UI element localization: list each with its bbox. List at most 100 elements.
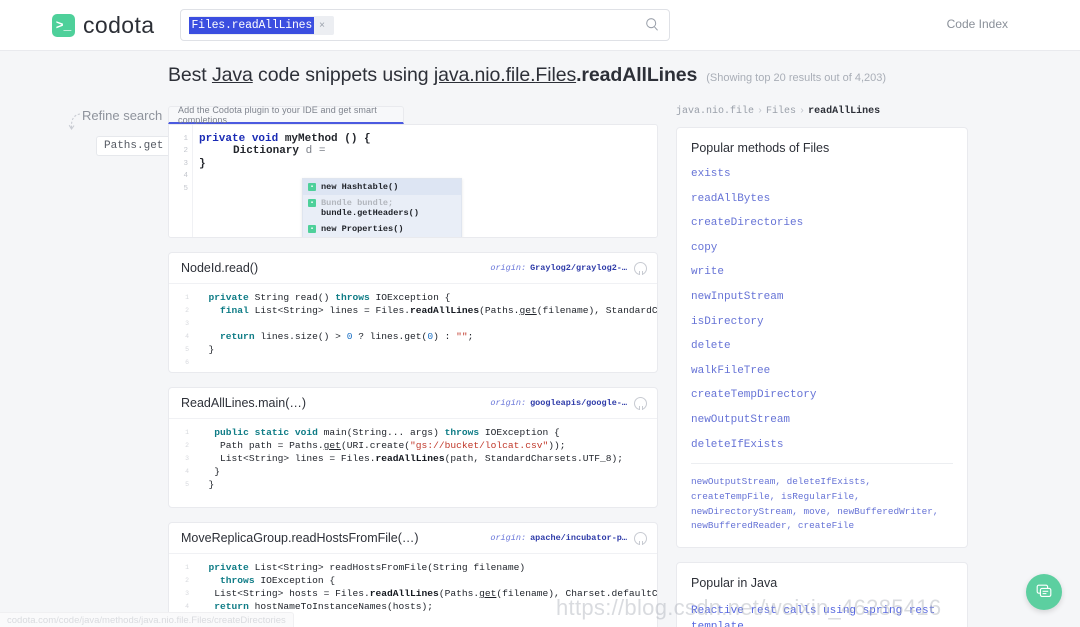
method-link-newoutputstream[interactable]: newOutputStream bbox=[691, 414, 953, 426]
github-icon[interactable] bbox=[634, 396, 647, 410]
popular-methods-panel: Popular methods of Files exists readAllB… bbox=[676, 127, 968, 548]
title-package[interactable]: java.nio.file. bbox=[434, 64, 536, 86]
chat-button[interactable] bbox=[1026, 574, 1062, 610]
title-method: readAllLines bbox=[581, 64, 698, 86]
promo-code-editor: 1 2 3 4 5 private void myMethod () { Dic… bbox=[168, 124, 658, 238]
snippet-code-body: 1 2 3 4 5 6 private String read() throws… bbox=[169, 284, 657, 372]
promo-method-sig: myMethod () { bbox=[278, 133, 371, 145]
method-link-readallbytes[interactable]: readAllBytes bbox=[691, 193, 953, 205]
snippet-title[interactable]: NodeId.read() bbox=[181, 261, 258, 275]
title-language[interactable]: Java bbox=[212, 64, 253, 86]
method-link-copy[interactable]: copy bbox=[691, 242, 953, 254]
github-icon[interactable] bbox=[634, 261, 647, 275]
code-index-link[interactable]: Code Index bbox=[947, 17, 1008, 31]
snippet-origin-label: origin: bbox=[490, 263, 527, 273]
snippet-origin[interactable]: origin: googleapis/google-… bbox=[490, 396, 647, 410]
panel-divider bbox=[691, 463, 953, 465]
snippet-code: private String read() throws IOException… bbox=[208, 292, 658, 355]
codota-logo-icon: >_ bbox=[52, 13, 75, 37]
autocomplete-item-0[interactable]: ▪ new Hashtable() bbox=[303, 179, 461, 195]
codota-suggestion-icon: ▪ bbox=[308, 225, 316, 233]
snippet-card-header: NodeId.read() origin: Graylog2/graylog2-… bbox=[169, 253, 657, 284]
breadcrumb-separator-icon: › bbox=[757, 106, 764, 117]
promo-tab-label[interactable]: Add the Codota plugin to your IDE and ge… bbox=[168, 105, 404, 125]
search-chip[interactable]: Files.readAllLines × bbox=[189, 15, 334, 35]
autocomplete-popup[interactable]: ▪ new Hashtable() ▪ Bundle bundle; bundle… bbox=[302, 178, 462, 238]
popular-in-java-title: Popular in Java bbox=[691, 575, 778, 590]
promo-close-brace: } bbox=[199, 157, 206, 170]
method-link-deleteifexists[interactable]: deleteIfExists bbox=[691, 439, 953, 451]
method-link-createdirectories[interactable]: createDirectories bbox=[691, 217, 953, 229]
method-link-delete[interactable]: delete bbox=[691, 340, 953, 352]
codota-suggestion-icon: ▪ bbox=[308, 183, 316, 191]
snippet-origin[interactable]: origin: Graylog2/graylog2-… bbox=[490, 261, 647, 275]
snippet-title[interactable]: MoveReplicaGroup.readHostsFromFile(…) bbox=[181, 531, 419, 545]
autocomplete-footer: Smart code suggestions by Codota bbox=[303, 237, 461, 238]
breadcrumb-method: readAllLines bbox=[808, 106, 881, 117]
autocomplete-item-0-label: new Hashtable() bbox=[321, 182, 399, 192]
page-title-row: Best Java code snippets using java.nio.f… bbox=[168, 64, 886, 87]
result-count: (Showing top 20 results out of 4,203) bbox=[706, 72, 887, 84]
curved-arrow-icon bbox=[68, 113, 81, 130]
promo-assign: d = bbox=[299, 145, 333, 158]
breadcrumb-package[interactable]: java.nio.file bbox=[676, 106, 754, 117]
promo-code-text: private void myMethod () { Dictionary d … bbox=[199, 133, 371, 170]
autocomplete-item-1[interactable]: ▪ Bundle bundle; bundle.getHeaders() bbox=[303, 195, 461, 221]
search-icon[interactable] bbox=[645, 17, 660, 32]
popular-methods-title: Popular methods of Files bbox=[691, 141, 830, 155]
snippet-line-numbers: 1 2 3 4 5 6 bbox=[185, 294, 189, 366]
snippet-origin-label: origin: bbox=[490, 398, 527, 408]
search-input[interactable]: Files.readAllLines × bbox=[180, 9, 671, 41]
popular-java-link-0[interactable]: Reactive rest calls using spring rest te… bbox=[691, 603, 953, 627]
method-link-createtempdirectory[interactable]: createTempDirectory bbox=[691, 389, 953, 401]
search-chip-remove-icon[interactable]: × bbox=[314, 20, 330, 31]
snippet-code: public static void main(String... args) … bbox=[208, 427, 624, 490]
brand-name: codota bbox=[83, 11, 155, 38]
refine-chip-label: Paths.get bbox=[96, 136, 171, 156]
method-link-exists[interactable]: exists bbox=[691, 168, 953, 180]
snippet-card[interactable]: ReadAllLines.main(…) origin: googleapis/… bbox=[168, 387, 658, 508]
refine-search-label: Refine search bbox=[82, 108, 163, 123]
refine-chip-paths-get[interactable]: Paths.get bbox=[96, 136, 174, 156]
popular-methods-more-list[interactable]: newOutputStream, deleteIfExists, createT… bbox=[691, 475, 953, 534]
title-prefix: Best bbox=[168, 64, 212, 86]
github-icon[interactable] bbox=[634, 531, 647, 545]
results-column: Add the Codota plugin to your IDE and ge… bbox=[168, 105, 658, 627]
method-link-newinputstream[interactable]: newInputStream bbox=[691, 291, 953, 303]
autocomplete-item-2-label: new Properties() bbox=[321, 224, 404, 234]
search-chip-label: Files.readAllLines bbox=[189, 16, 315, 34]
method-link-isdirectory[interactable]: isDirectory bbox=[691, 316, 953, 328]
snippet-origin[interactable]: origin: apache/incubator-p… bbox=[490, 531, 647, 545]
snippet-line-numbers: 1 2 3 4 5 bbox=[185, 429, 189, 488]
snippet-title[interactable]: ReadAllLines.main(…) bbox=[181, 396, 306, 410]
popular-in-java-panel: Popular in Java Reactive rest calls usin… bbox=[676, 561, 968, 627]
brand-logo[interactable]: >_ codota bbox=[52, 12, 154, 39]
snippet-card[interactable]: NodeId.read() origin: Graylog2/graylog2-… bbox=[168, 252, 658, 373]
snippet-origin-repo[interactable]: googleapis/google-… bbox=[530, 398, 627, 408]
chat-bubble-icon bbox=[1036, 584, 1052, 597]
browser-status-bar: codota.com/code/java/methods/java.nio.fi… bbox=[0, 612, 294, 627]
popular-java-item: Reactive rest calls using spring rest te… bbox=[691, 603, 953, 627]
snippet-origin-repo[interactable]: Graylog2/graylog2-… bbox=[530, 263, 627, 273]
codota-suggestion-icon: ▪ bbox=[308, 199, 316, 207]
top-navigation-bar: >_ codota Files.readAllLines × Code Inde… bbox=[0, 0, 1080, 51]
method-link-write[interactable]: write bbox=[691, 266, 953, 278]
autocomplete-item-1-label: Bundle bundle; bundle.getHeaders() bbox=[321, 198, 419, 218]
snippet-card-header: ReadAllLines.main(…) origin: googleapis/… bbox=[169, 388, 657, 419]
snippet-origin-repo[interactable]: apache/incubator-p… bbox=[530, 533, 627, 543]
page-title: Best Java code snippets using java.nio.f… bbox=[168, 64, 697, 87]
title-class[interactable]: Files bbox=[535, 64, 576, 86]
breadcrumb-class[interactable]: Files bbox=[766, 106, 796, 117]
snippet-code-body: 1 2 3 4 5 public static void main(String… bbox=[169, 419, 657, 507]
promo-type-dictionary: Dictionary bbox=[233, 145, 300, 158]
breadcrumb-separator-icon: › bbox=[799, 106, 806, 117]
promo-kw-void: void bbox=[251, 133, 279, 145]
promo-kw-private: private bbox=[199, 133, 246, 145]
snippet-origin-label: origin: bbox=[490, 533, 527, 543]
method-link-walkfiletree[interactable]: walkFileTree bbox=[691, 365, 953, 377]
snippet-card-header: MoveReplicaGroup.readHostsFromFile(…) or… bbox=[169, 523, 657, 554]
breadcrumb: java.nio.file › Files › readAllLines bbox=[676, 106, 968, 117]
autocomplete-item-1-context: Bundle bundle; bbox=[321, 198, 394, 208]
autocomplete-item-2[interactable]: ▪ new Properties() bbox=[303, 221, 461, 237]
title-middle: code snippets using bbox=[252, 64, 434, 86]
